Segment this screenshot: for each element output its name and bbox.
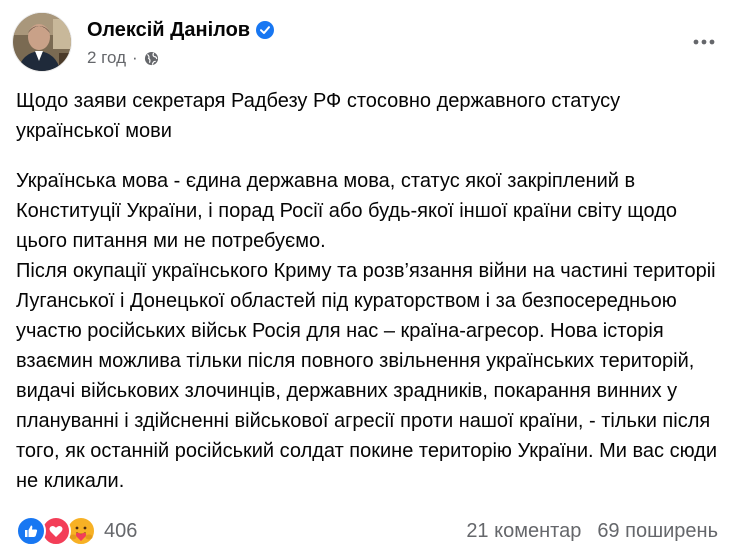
reaction-count[interactable]: 406 (104, 520, 137, 543)
author-row: Олексій Данілов (87, 18, 275, 42)
more-options-icon (692, 33, 716, 51)
meta-separator: · (132, 48, 138, 67)
post-meta: 2 год · (87, 48, 159, 68)
reactions-summary[interactable]: 406 (16, 514, 137, 548)
globe-icon[interactable] (144, 51, 159, 66)
post-body-text: Українська мова - єдина державна мова, с… (16, 170, 718, 492)
facebook-post: Олексій Данілов 2 год · Щодо заяви секре… (0, 0, 734, 556)
post-time[interactable]: 2 год (87, 48, 126, 68)
post-text: Щодо заяви секретаря Радбезу РФ стосовно… (16, 86, 718, 496)
verified-badge-icon (256, 21, 275, 39)
post-footer: 406 21 коментар 69 поширень (16, 514, 718, 548)
comments-count[interactable]: 21 коментар (466, 520, 581, 543)
like-icon (16, 516, 46, 546)
engagement-summary: 21 коментар 69 поширень (466, 514, 718, 548)
shares-count[interactable]: 69 поширень (597, 520, 718, 543)
post-header: Олексій Данілов 2 год · (12, 12, 722, 72)
avatar-image (13, 13, 71, 71)
author-name[interactable]: Олексій Данілов (87, 19, 250, 42)
avatar[interactable] (12, 12, 72, 72)
post-title: Щодо заяви секретаря Радбезу РФ стосовно… (16, 90, 621, 142)
more-options-button[interactable] (686, 24, 722, 60)
